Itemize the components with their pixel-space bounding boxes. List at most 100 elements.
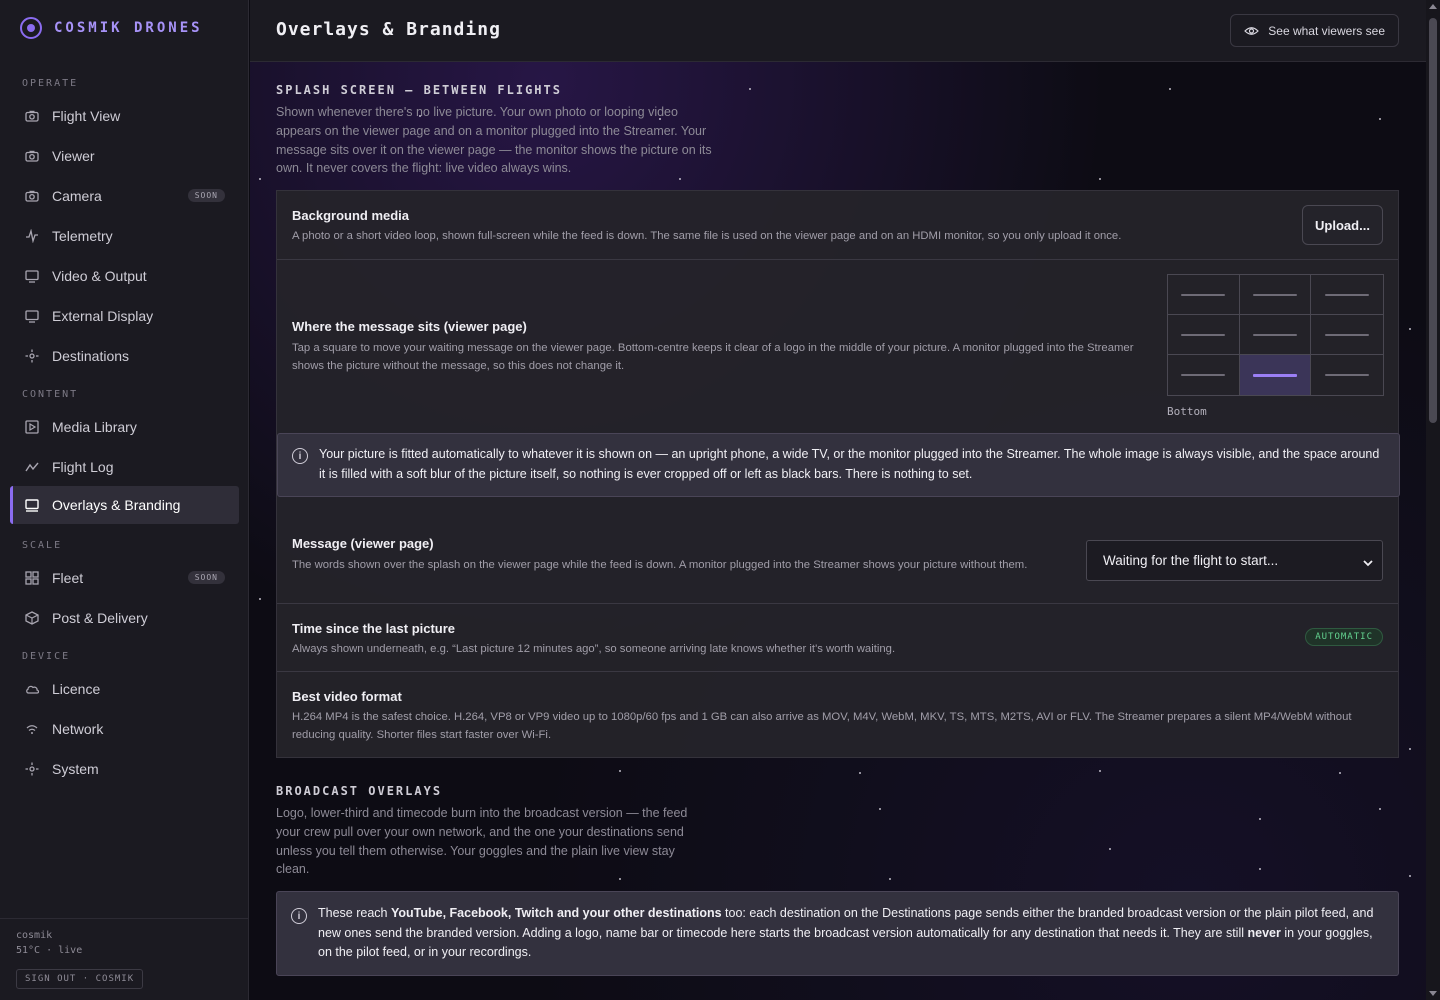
sidebar-item-label: Flight View [52, 108, 121, 124]
message-select-value: Waiting for the flight to start... [1103, 553, 1279, 568]
crosshair-icon [24, 348, 40, 364]
auto-fit-info-box: i Your picture is fitted automatically t… [277, 433, 1400, 497]
info-icon: i [291, 908, 307, 924]
splash-section-title: SPLASH SCREEN — BETWEEN FLIGHTS [276, 83, 562, 97]
sidebar: COSMIK DRONES OPERATE Flight View Viewer… [0, 0, 249, 1000]
monitor-icon [24, 268, 40, 284]
sidebar-item-network[interactable]: Network [10, 710, 239, 748]
scrollbar[interactable] [1426, 0, 1440, 1000]
section-label-content: CONTENT [22, 389, 79, 400]
background-media-row: Background media A photo or a short vide… [277, 191, 1398, 260]
sidebar-item-camera[interactable]: Camera SOON [10, 177, 239, 215]
position-middle-left[interactable] [1168, 315, 1240, 355]
upload-button[interactable]: Upload... [1302, 205, 1383, 245]
brand[interactable]: COSMIK DRONES [20, 17, 203, 39]
message-position-description: Tap a square to move your waiting messag… [292, 342, 1134, 372]
sidebar-item-label: Destinations [52, 348, 130, 364]
scroll-up-arrow-icon[interactable] [1429, 4, 1437, 9]
sidebar-item-label: Network [52, 721, 104, 737]
chevron-down-icon [1363, 555, 1373, 570]
sidebar-item-system[interactable]: System [10, 750, 239, 788]
grid-icon [24, 570, 40, 586]
scroll-down-arrow-icon[interactable] [1429, 991, 1437, 996]
position-top-right[interactable] [1311, 275, 1383, 315]
position-bottom-right[interactable] [1311, 355, 1383, 395]
broadcast-info-never: never [1247, 925, 1281, 940]
position-top-center[interactable] [1239, 275, 1312, 315]
automatic-badge: AUTOMATIC [1305, 628, 1383, 646]
sidebar-item-media-library[interactable]: Media Library [10, 408, 239, 446]
sidebar-item-label: Licence [52, 681, 101, 697]
broadcast-info-text: These reach YouTube, Facebook, Twitch an… [318, 904, 1386, 963]
broadcast-info-prefix: These reach [318, 906, 391, 920]
sidebar-item-label: Camera [52, 188, 102, 204]
position-bottom-left[interactable] [1168, 355, 1240, 395]
message-position-grid [1167, 274, 1384, 396]
sidebar-item-destinations[interactable]: Destinations [10, 337, 239, 375]
position-selected-label: Bottom [1167, 405, 1207, 418]
chart-line-icon [24, 459, 40, 475]
background-media-description: A photo or a short video loop, shown ful… [292, 230, 1122, 242]
time-since-description: Always shown underneath, e.g. “Last pict… [292, 643, 896, 655]
footer-status: 51°C · live [16, 945, 83, 956]
sidebar-item-telemetry[interactable]: Telemetry [10, 217, 239, 255]
sidebar-item-overlays-branding[interactable]: Overlays & Branding [10, 486, 239, 524]
sidebar-item-flight-log[interactable]: Flight Log [10, 448, 239, 486]
sidebar-item-flight-view[interactable]: Flight View [10, 97, 239, 135]
time-since-title: Time since the last picture [292, 621, 456, 636]
cloud-icon [24, 681, 40, 697]
screen-icon [24, 497, 40, 513]
monitor-icon [24, 308, 40, 324]
see-what-viewers-see-label: See what viewers see [1268, 23, 1385, 38]
sidebar-item-label: Flight Log [52, 459, 114, 475]
message-select[interactable]: Waiting for the flight to start... [1086, 540, 1383, 581]
section-label-operate: OPERATE [22, 78, 79, 89]
sidebar-item-viewer[interactable]: Viewer [10, 137, 239, 175]
message-title: Message (viewer page) [292, 536, 434, 551]
time-since-row: Time since the last picture Always shown… [277, 604, 1398, 672]
activity-icon [24, 228, 40, 244]
broadcast-info-box: i These reach YouTube, Facebook, Twitch … [276, 891, 1399, 976]
splash-settings-panel: Background media A photo or a short vide… [276, 190, 1400, 758]
gear-icon [24, 761, 40, 777]
position-top-left[interactable] [1168, 275, 1240, 315]
info-icon: i [292, 448, 308, 464]
sidebar-item-label: Telemetry [52, 228, 113, 244]
sign-out-button[interactable]: SIGN OUT · COSMIK [16, 969, 144, 989]
wifi-icon [24, 721, 40, 737]
auto-fit-info-text: Your picture is fitted automatically to … [319, 447, 1380, 481]
message-description: The words shown over the splash on the v… [292, 559, 1028, 571]
message-position-title: Where the message sits (viewer page) [292, 319, 527, 334]
broadcast-section-description: Logo, lower-third and timecode burn into… [276, 806, 688, 877]
soon-badge: SOON [187, 571, 225, 584]
position-middle-right[interactable] [1311, 315, 1383, 355]
sidebar-item-label: External Display [52, 308, 154, 324]
sidebar-item-licence[interactable]: Licence [10, 670, 239, 708]
eye-icon [1244, 26, 1260, 36]
see-what-viewers-see-button[interactable]: See what viewers see [1230, 14, 1399, 47]
section-label-device: DEVICE [22, 651, 71, 662]
sidebar-item-post-delivery[interactable]: Post & Delivery [10, 599, 239, 637]
sidebar-item-label: Media Library [52, 419, 137, 435]
sidebar-item-external-display[interactable]: External Display [10, 297, 239, 335]
sidebar-item-fleet[interactable]: Fleet SOON [10, 559, 239, 597]
message-row: Message (viewer page) The words shown ov… [277, 497, 1398, 604]
box-icon [24, 610, 40, 626]
scrollbar-thumb[interactable] [1429, 18, 1437, 423]
camera-icon [24, 188, 40, 204]
sidebar-item-label: Video & Output [52, 268, 147, 284]
sidebar-item-video-output[interactable]: Video & Output [10, 257, 239, 295]
splash-section-description: Shown whenever there's no live picture. … [276, 105, 712, 176]
video-format-description: H.264 MP4 is the safest choice. H.264, V… [292, 711, 1352, 741]
sidebar-item-label: System [52, 761, 99, 777]
sidebar-item-label: Post & Delivery [52, 610, 148, 626]
brand-logo-icon [20, 17, 42, 39]
position-bottom-center[interactable] [1239, 355, 1312, 395]
sidebar-item-label: Overlays & Branding [52, 497, 181, 513]
position-middle-center[interactable] [1239, 315, 1312, 355]
top-bar: Overlays & Branding See what viewers see [250, 0, 1426, 62]
section-label-scale: SCALE [22, 540, 63, 551]
camera-icon [24, 108, 40, 124]
soon-badge: SOON [187, 189, 225, 202]
sidebar-item-label: Fleet [52, 570, 84, 586]
